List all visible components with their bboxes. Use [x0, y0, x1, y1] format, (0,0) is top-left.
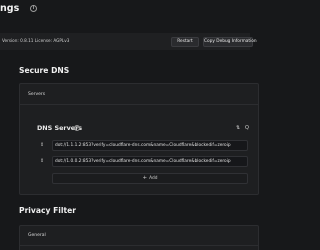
- section-title-secure-dns: Secure DNS: [19, 66, 70, 75]
- restart-button[interactable]: Restart: [171, 37, 199, 47]
- drag-handle-icon[interactable]: ⇕: [40, 159, 44, 164]
- general-label: General: [28, 233, 46, 238]
- sort-icon[interactable]: ⇅: [236, 125, 240, 131]
- version-text: Version: 0.8.11 License: AGPLv3: [2, 38, 70, 43]
- card-divider: [20, 104, 258, 105]
- sort-label[interactable]: Q: [245, 125, 249, 131]
- add-label: Add: [149, 176, 158, 181]
- dns-server-field[interactable]: dot://1.1.1.2:853?verify=cloudflare-dns.…: [52, 140, 248, 151]
- card-divider: [20, 245, 258, 246]
- info-icon[interactable]: i: [30, 5, 37, 12]
- drag-handle-icon[interactable]: ⇕: [40, 143, 44, 148]
- servers-label: Servers: [28, 92, 46, 97]
- plus-icon: +: [142, 175, 148, 181]
- dns-server-field[interactable]: dot://1.0.0.2:853?verify=cloudflare-dns.…: [52, 156, 248, 167]
- page-title: ngs: [0, 3, 20, 14]
- copy-debug-info-button[interactable]: Copy Debug Information: [203, 37, 257, 47]
- dns-servers-info-icon[interactable]: i: [74, 125, 80, 131]
- add-server-button[interactable]: + Add: [52, 173, 248, 184]
- section-title-privacy-filter: Privacy Filter: [19, 206, 77, 215]
- privacy-filter-card: [19, 225, 259, 250]
